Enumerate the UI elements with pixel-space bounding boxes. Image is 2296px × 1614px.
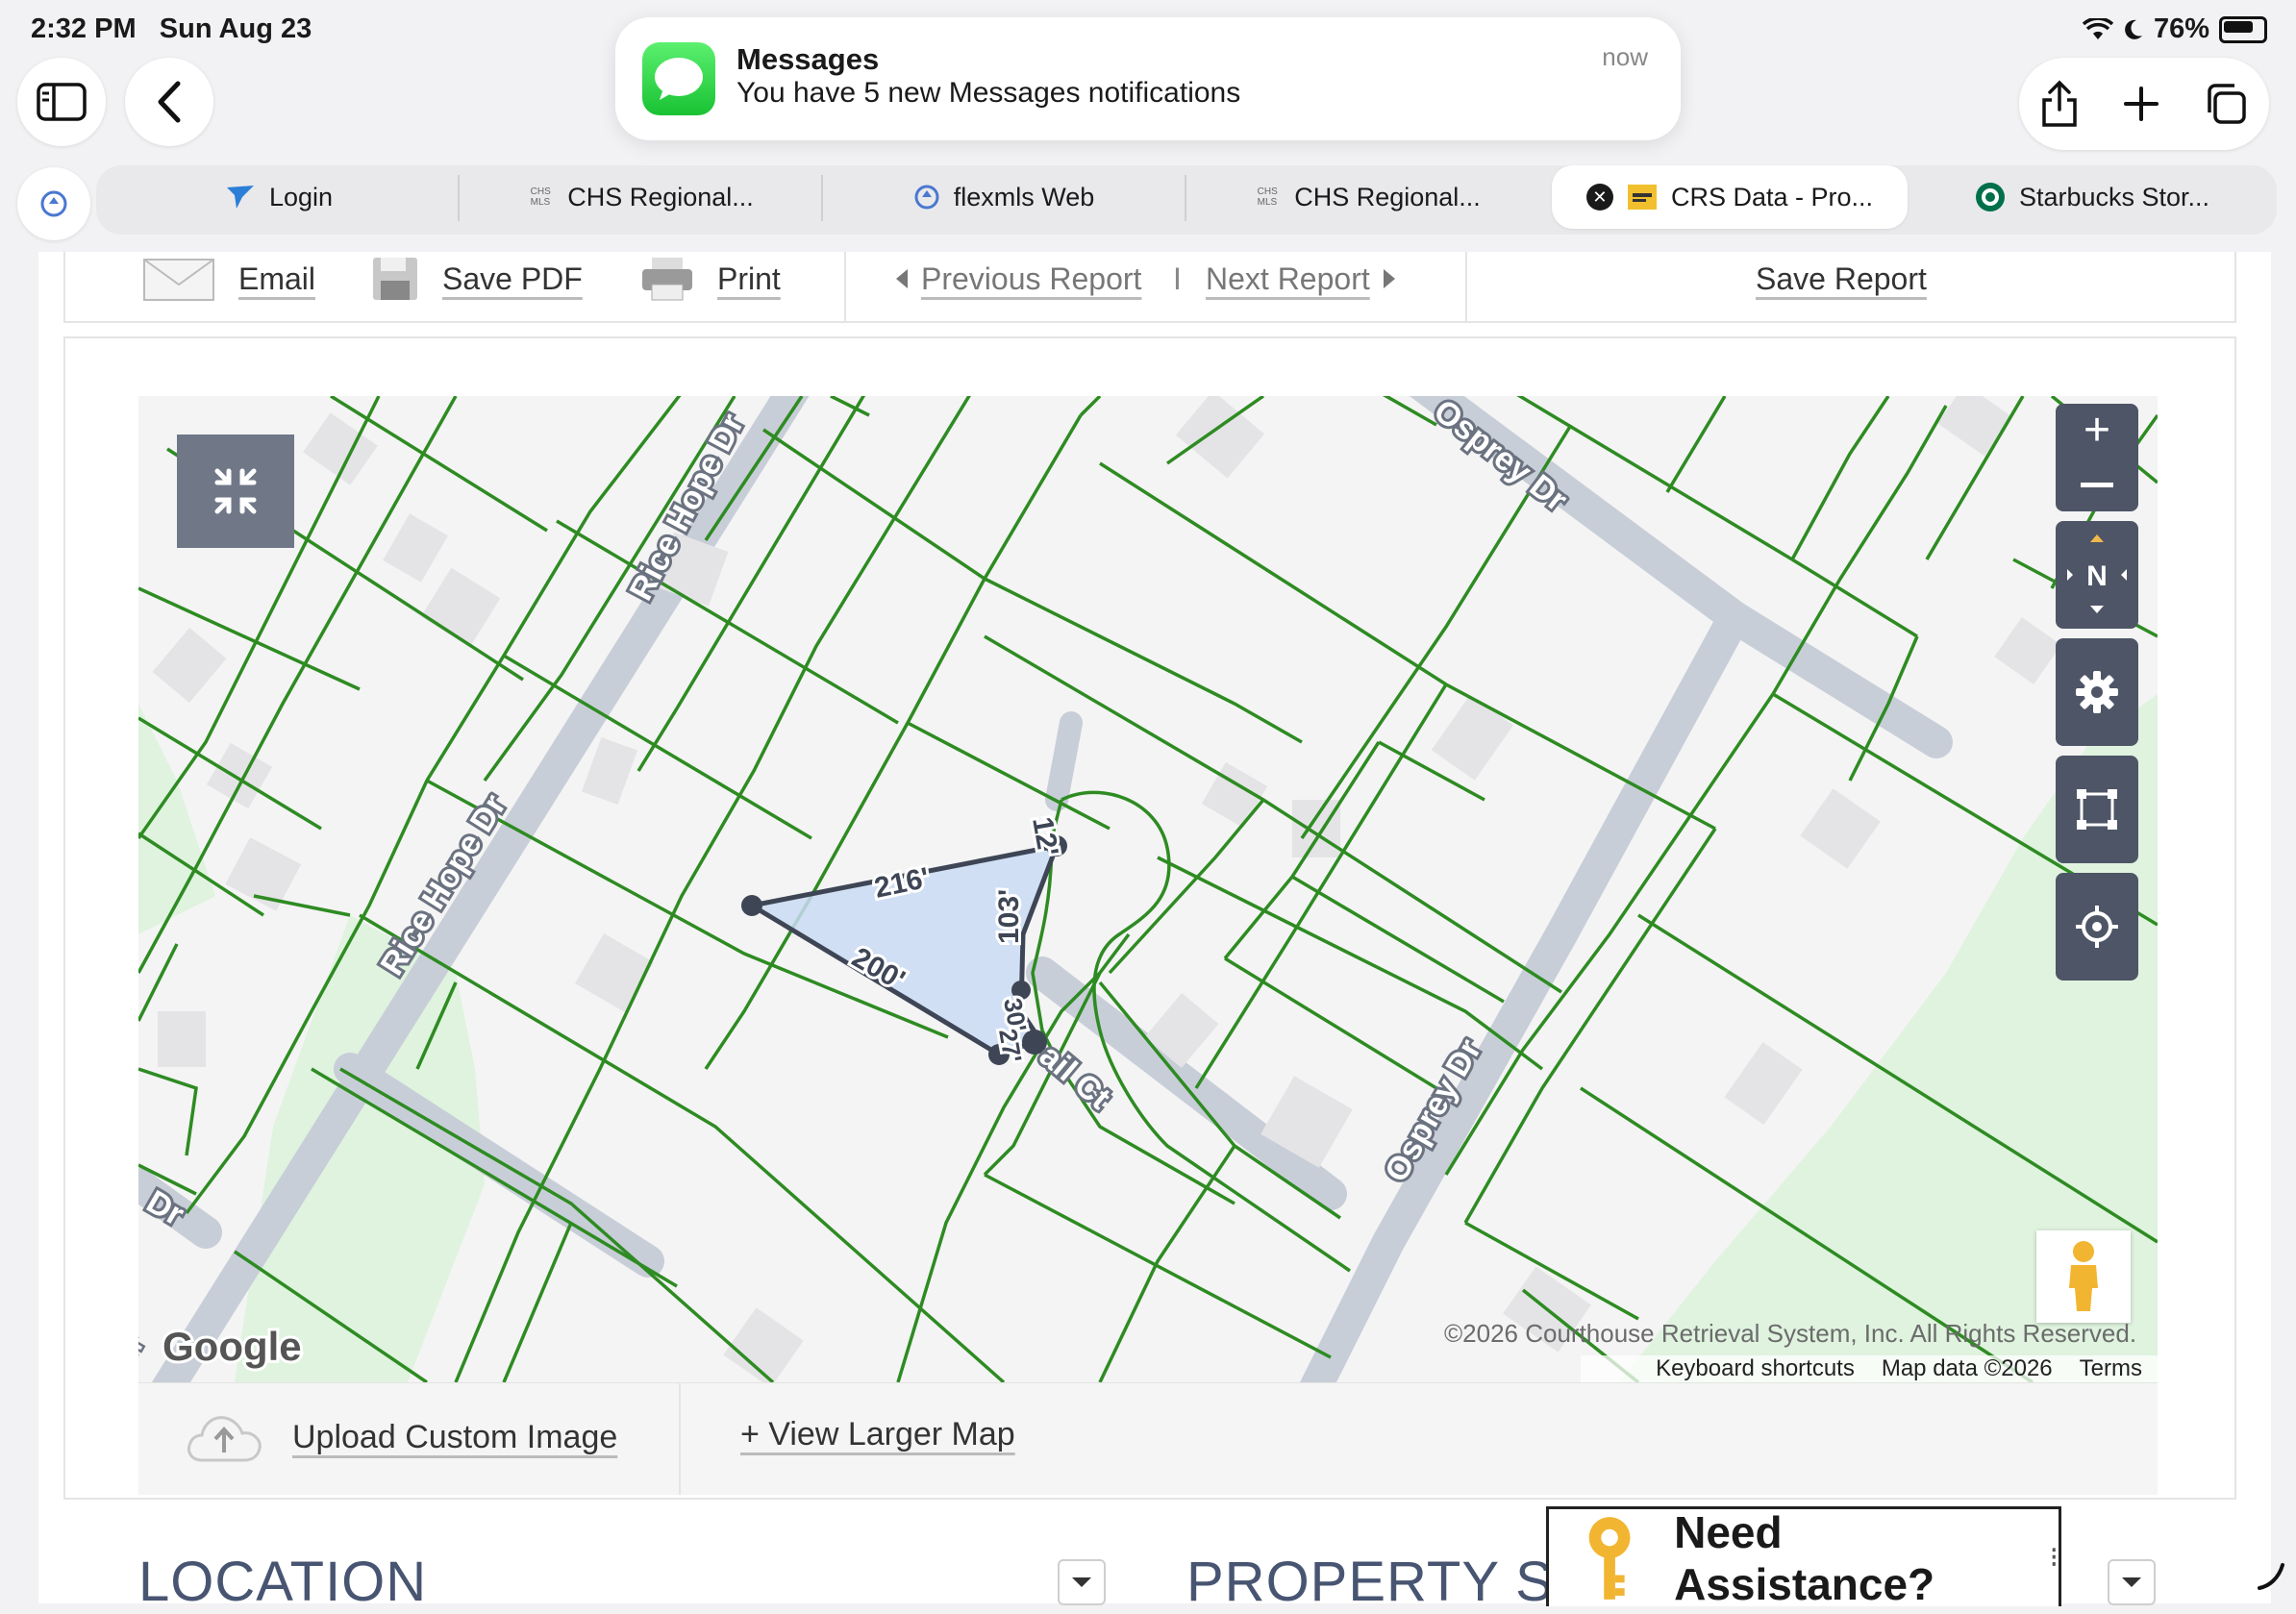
- flexmls-bird-icon: [226, 186, 254, 209]
- street-label-edge: Dr: [138, 1331, 150, 1370]
- location-collapse-toggle[interactable]: [1058, 1559, 1106, 1605]
- measurement-103: 103': [993, 889, 1025, 944]
- crs-data-icon: [1627, 185, 1657, 210]
- toolbar-divider: [844, 252, 846, 321]
- property-summary-collapse-toggle[interactable]: [2108, 1559, 2156, 1605]
- gear-icon: [2076, 671, 2118, 713]
- property-summary-section-title: PROPERTY SU: [1186, 1551, 1595, 1613]
- battery-icon: [2219, 15, 2267, 43]
- status-time: 2:32 PM Sun Aug 23: [31, 13, 312, 44]
- tab-bar: Login CHS MLS CHS Regional... flexmls Web…: [0, 161, 2296, 240]
- email-button[interactable]: Email: [142, 252, 315, 306]
- tabs-overview-icon[interactable]: [2204, 82, 2248, 126]
- new-tab-icon[interactable]: [2122, 85, 2160, 123]
- previous-report-button[interactable]: Previous Report: [894, 252, 1141, 306]
- tab-starbucks[interactable]: Starbucks Stor...: [1911, 165, 2273, 229]
- chs-mls-icon: CHS MLS: [1257, 186, 1278, 208]
- report-toolbar: Email Save PDF Print Previous Report I N…: [63, 252, 2236, 323]
- battery-percent: 76%: [2153, 13, 2209, 44]
- moon-icon: [2125, 19, 2142, 39]
- compass-n: N: [2086, 560, 2108, 592]
- key-icon: [1588, 1516, 1631, 1600]
- map-attribution-bar: Keyboard shortcuts Map data ©2026 Terms: [1581, 1355, 2158, 1382]
- printer-icon: [642, 258, 692, 301]
- parcel-vertex: [741, 895, 762, 916]
- map-data-label: Map data ©2026: [1881, 1355, 2053, 1381]
- compass-control[interactable]: N: [2056, 521, 2138, 629]
- measurement-12: 12': [1026, 814, 1064, 858]
- cloud-upload-icon: [187, 1416, 262, 1462]
- drag-handle-icon[interactable]: ⁝: [2049, 1541, 2059, 1575]
- terms-link[interactable]: Terms: [2080, 1355, 2142, 1382]
- close-tab-icon[interactable]: ✕: [1585, 184, 1613, 211]
- notification-time: now: [1602, 42, 1648, 71]
- status-indicators: 76%: [2082, 13, 2267, 45]
- notification-body: You have 5 new Messages notifications: [736, 77, 1241, 109]
- next-report-button[interactable]: Next Report: [1206, 252, 1397, 306]
- chevron-down-icon: [2122, 1577, 2141, 1587]
- road-osprey-dr-lower: [1299, 601, 1751, 1382]
- save-report-button[interactable]: Save Report: [1756, 252, 1927, 306]
- map-copyright: ©2026 Courthouse Retrieval System, Inc. …: [1444, 1319, 2137, 1348]
- select-area-button[interactable]: [2056, 756, 2138, 863]
- need-assistance-widget[interactable]: Need Assistance? ⁝: [1546, 1506, 2061, 1609]
- collapse-arrows-icon: [214, 468, 257, 514]
- flexmls-pin-icon: [914, 185, 939, 210]
- map-bottom-bar: Upload Custom Image + View Larger Map: [138, 1382, 2158, 1495]
- triangle-left-icon: [896, 269, 908, 288]
- messages-app-icon: [642, 42, 715, 115]
- exit-fullscreen-button[interactable]: [177, 435, 294, 548]
- bottom-bar-divider: [679, 1383, 681, 1495]
- road-cul-de-sac-stem: [1045, 711, 1083, 811]
- zoom-out-button[interactable]: [2081, 458, 2113, 511]
- wifi-icon: [2082, 17, 2113, 39]
- settings-button[interactable]: [2056, 638, 2138, 746]
- zoom-control: +: [2056, 404, 2138, 511]
- my-location-button[interactable]: [2056, 873, 2138, 981]
- upload-custom-image-button[interactable]: Upload Custom Image: [185, 1410, 617, 1464]
- pegman-icon: [2069, 1241, 2098, 1311]
- envelope-icon: [143, 259, 214, 301]
- resize-handle-icon: [2258, 1563, 2284, 1590]
- need-assistance-label: Need Assistance?: [1674, 1506, 1935, 1609]
- google-logo: Google: [162, 1324, 302, 1369]
- sidebar-icon: [37, 83, 87, 121]
- compass-icon: N: [2067, 534, 2127, 613]
- chs-mls-icon: CHS MLS: [530, 186, 551, 208]
- tab-login[interactable]: Login: [100, 165, 458, 229]
- floppy-disk-icon: [373, 258, 417, 300]
- messages-notification[interactable]: Messages You have 5 new Messages notific…: [615, 17, 1681, 140]
- share-icon[interactable]: [2040, 79, 2079, 129]
- sidebar-toggle-button[interactable]: [17, 58, 106, 146]
- zoom-in-button[interactable]: +: [2084, 404, 2110, 458]
- report-nav-separator: I: [1173, 261, 1182, 296]
- tab-group-button[interactable]: [17, 167, 90, 240]
- print-button[interactable]: Print: [640, 252, 781, 306]
- measurement-27: 27': [993, 1027, 1028, 1065]
- location-section-title: LOCATION: [138, 1551, 428, 1613]
- keyboard-shortcuts-link[interactable]: Keyboard shortcuts: [1656, 1355, 1855, 1382]
- starbucks-icon: [1975, 183, 2005, 211]
- street-view-button[interactable]: [2036, 1230, 2131, 1323]
- parcel-map[interactable]: Rice Hope Dr Rice Hope Dr Osprey Dr Ospr…: [138, 396, 2158, 1382]
- notification-title: Messages: [736, 42, 880, 76]
- selection-box-icon: [2077, 789, 2117, 830]
- toolbar-divider: [1465, 252, 1467, 321]
- tab-flexmls-web[interactable]: flexmls Web: [823, 165, 1185, 229]
- save-pdf-button[interactable]: Save PDF: [371, 252, 583, 306]
- back-button[interactable]: [125, 58, 213, 146]
- toolbar-actions: [2019, 58, 2269, 150]
- chevron-left-icon: [158, 81, 181, 123]
- tab-chs-regional-2[interactable]: CHS MLS CHS Regional...: [1186, 165, 1548, 229]
- tab-crs-data[interactable]: ✕ CRS Data - Pro...: [1552, 165, 1908, 229]
- view-larger-map-link[interactable]: + View Larger Map: [740, 1416, 1015, 1453]
- flexmls-pin-icon: [40, 190, 67, 217]
- map-canvas[interactable]: Rice Hope Dr Rice Hope Dr Osprey Dr Ospr…: [138, 396, 2158, 1382]
- triangle-right-icon: [1383, 269, 1395, 288]
- chevron-down-icon: [1072, 1577, 1091, 1587]
- tab-chs-regional-1[interactable]: CHS MLS CHS Regional...: [460, 165, 821, 229]
- crosshair-icon: [2076, 906, 2118, 948]
